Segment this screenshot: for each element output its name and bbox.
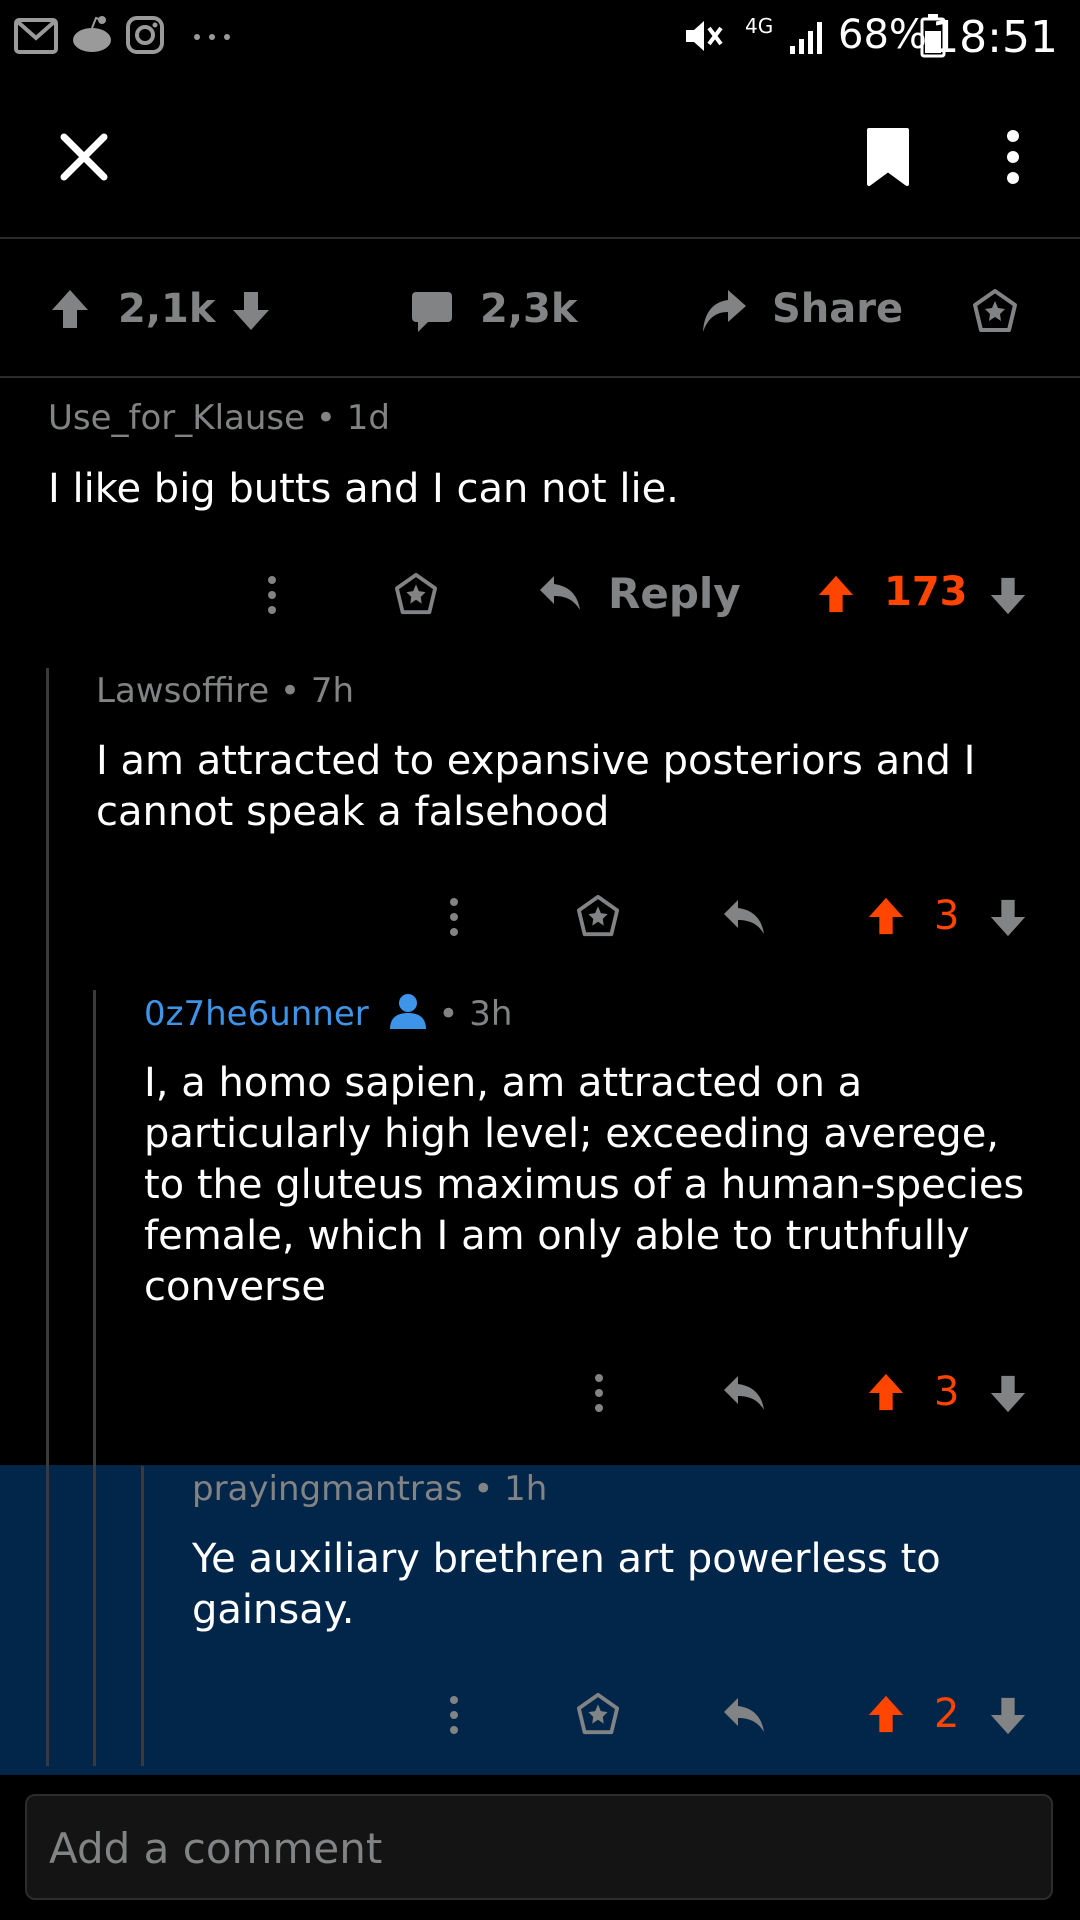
- upvote-icon[interactable]: [816, 574, 856, 614]
- network-type: 4G: [745, 14, 774, 38]
- share-icon[interactable]: [700, 288, 748, 334]
- clock: 18:51: [931, 12, 1058, 63]
- award-icon[interactable]: [576, 894, 620, 938]
- comment-score: 3: [934, 893, 960, 939]
- comment-score: 3: [934, 1369, 960, 1415]
- reply-icon[interactable]: [722, 1696, 766, 1734]
- comment-score: 2: [934, 1691, 960, 1737]
- more-dots-icon: [194, 34, 230, 40]
- post-downvote-icon[interactable]: [231, 290, 271, 332]
- battery-percent: 68%: [838, 12, 927, 58]
- downvote-icon[interactable]: [988, 1696, 1028, 1736]
- meta-dot: •: [279, 671, 311, 711]
- comment-author[interactable]: Lawsoffire: [96, 671, 269, 711]
- thread-line-2: [93, 990, 96, 1766]
- thread-line-3: [141, 1466, 144, 1766]
- comment-score: 173: [884, 569, 968, 615]
- award-icon[interactable]: [972, 288, 1018, 334]
- mute-icon: [686, 21, 723, 51]
- post-score: 2,1k: [118, 286, 216, 332]
- meta-dot: •: [473, 1469, 505, 1509]
- downvote-icon[interactable]: [988, 576, 1028, 616]
- reply-button[interactable]: Reply: [608, 569, 741, 618]
- meta-dot: •: [315, 398, 347, 438]
- signal-icon: [790, 22, 822, 54]
- reply-icon[interactable]: [538, 574, 582, 612]
- comment-body: I am attracted to expansive posteriors a…: [96, 738, 976, 835]
- comment-more-icon[interactable]: [444, 896, 464, 938]
- reply-icon[interactable]: [722, 898, 766, 936]
- op-user-icon: [389, 994, 426, 1029]
- meta-dot: •: [438, 994, 470, 1034]
- comment-body: I, a homo sapien, am attracted on a part…: [144, 1060, 1025, 1310]
- overflow-menu-icon[interactable]: [1003, 128, 1023, 186]
- reply-icon[interactable]: [722, 1374, 766, 1412]
- add-comment-input[interactable]: [47, 1814, 1031, 1882]
- comment-body: Ye auxiliary brethren art powerless to g…: [192, 1536, 941, 1633]
- reddit-icon: [73, 16, 111, 52]
- award-icon[interactable]: [576, 1692, 620, 1736]
- status-bar: 4G 68% 18:51: [0, 0, 1080, 76]
- post-upvote-icon[interactable]: [50, 288, 90, 330]
- comment-age: 1h: [504, 1469, 548, 1509]
- comment-age: 3h: [469, 994, 513, 1034]
- award-icon[interactable]: [394, 572, 438, 616]
- comment-author[interactable]: Use_for_Klause: [48, 398, 305, 438]
- comment-author-op[interactable]: 0z7he6unner: [144, 994, 369, 1034]
- comment-more-icon[interactable]: [444, 1694, 464, 1736]
- downvote-icon[interactable]: [988, 1374, 1028, 1414]
- downvote-icon[interactable]: [988, 898, 1028, 938]
- add-comment-box[interactable]: [25, 1794, 1053, 1900]
- share-button[interactable]: Share: [772, 286, 903, 332]
- gmail-icon: [14, 18, 58, 54]
- post-action-bar: 2,1k 2,3k Share: [0, 238, 1080, 378]
- thread-line-1: [46, 668, 49, 1766]
- comments-icon[interactable]: [410, 290, 454, 334]
- comment-age: 1d: [346, 398, 390, 438]
- post-toolbar: [0, 76, 1080, 239]
- comment-more-icon[interactable]: [262, 574, 282, 616]
- close-icon[interactable]: [58, 131, 110, 183]
- bookmark-icon[interactable]: [865, 126, 911, 188]
- upvote-icon[interactable]: [866, 896, 906, 936]
- comment-count[interactable]: 2,3k: [480, 286, 577, 332]
- upvote-icon[interactable]: [866, 1694, 906, 1734]
- upvote-icon[interactable]: [866, 1372, 906, 1412]
- comment-author[interactable]: prayingmantras: [192, 1469, 462, 1509]
- comment-age: 7h: [310, 671, 354, 711]
- comment-body: I like big butts and I can not lie.: [48, 466, 679, 512]
- comment-more-icon[interactable]: [589, 1372, 609, 1414]
- instagram-icon: [126, 16, 164, 54]
